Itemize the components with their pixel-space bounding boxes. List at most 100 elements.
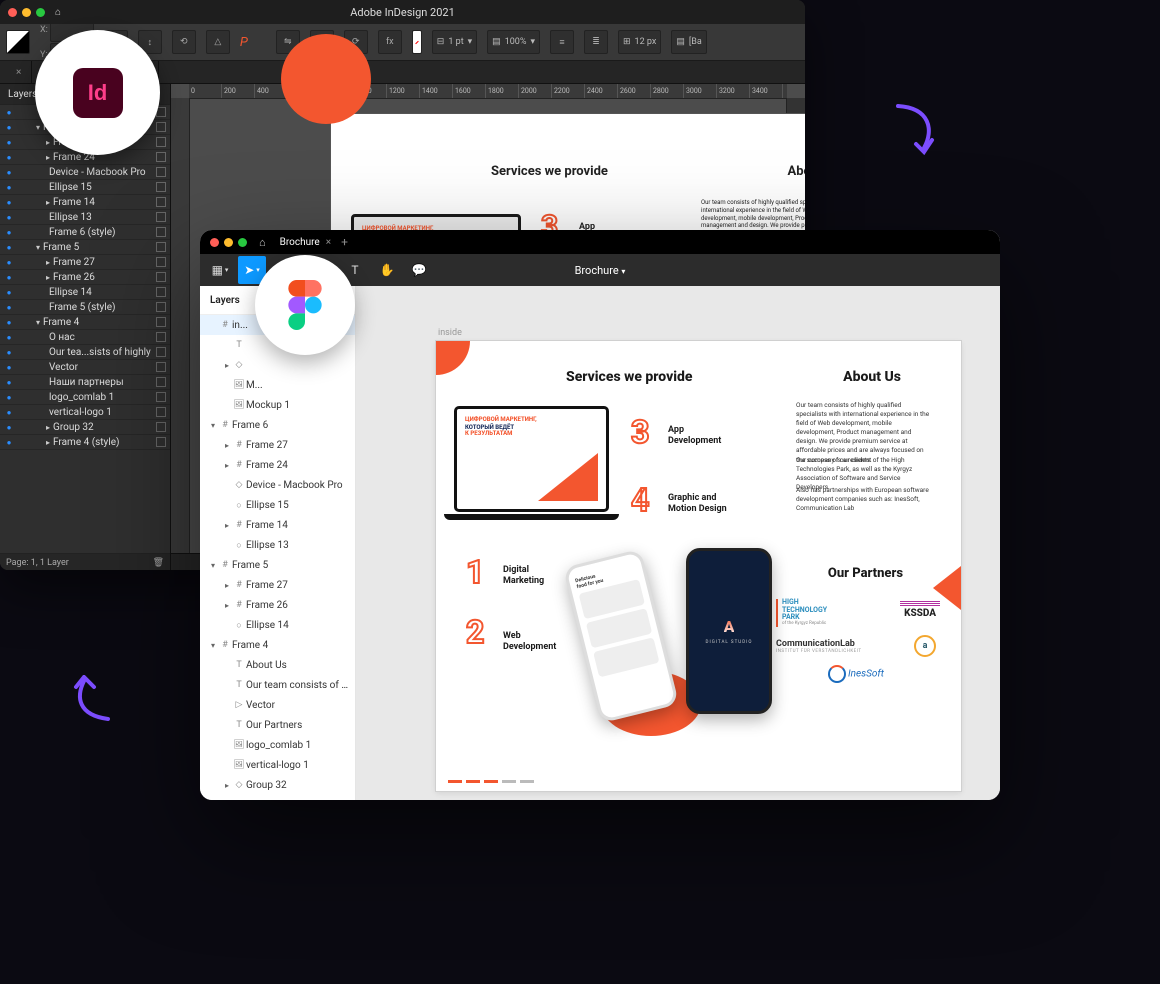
visibility-icon[interactable]: ● bbox=[4, 273, 14, 282]
layer-row[interactable]: TOur Partners bbox=[200, 715, 355, 735]
document-tab[interactable] bbox=[0, 61, 32, 83]
select-box[interactable] bbox=[156, 152, 166, 162]
select-box[interactable] bbox=[156, 122, 166, 132]
visibility-icon[interactable]: ● bbox=[4, 108, 14, 117]
visibility-icon[interactable]: ● bbox=[4, 153, 14, 162]
layer-row[interactable]: ◇Device - Macbook Pro bbox=[200, 475, 355, 495]
select-box[interactable] bbox=[156, 362, 166, 372]
layer-row[interactable]: 🖼vertical-logo 1 bbox=[200, 755, 355, 775]
select-box[interactable] bbox=[156, 167, 166, 177]
twisty-icon[interactable]: ▾ bbox=[36, 123, 40, 132]
select-box[interactable] bbox=[156, 437, 166, 447]
visibility-icon[interactable]: ● bbox=[4, 393, 14, 402]
select-box[interactable] bbox=[156, 272, 166, 282]
twisty-icon[interactable]: ▾ bbox=[208, 561, 218, 570]
layer-row[interactable]: 🖼logo_comlab 1 bbox=[200, 735, 355, 755]
layer-row[interactable]: ●Our tea...sists of highly bbox=[0, 345, 170, 360]
twisty-icon[interactable]: ▸ bbox=[222, 361, 232, 370]
twisty-icon[interactable]: ▸ bbox=[222, 581, 232, 590]
select-box[interactable] bbox=[156, 377, 166, 387]
layer-row[interactable]: ○Ellipse 13 bbox=[200, 535, 355, 555]
layer-row[interactable]: ○Ellipse 14 bbox=[200, 615, 355, 635]
select-box[interactable] bbox=[156, 287, 166, 297]
window-controls[interactable] bbox=[210, 238, 247, 247]
twisty-icon[interactable]: ▾ bbox=[36, 243, 40, 252]
align-icon[interactable]: ≣ bbox=[584, 30, 608, 54]
layer-row[interactable]: ▸◇Group 32 bbox=[200, 775, 355, 795]
twisty-icon[interactable]: ▾ bbox=[208, 641, 218, 650]
layer-row[interactable]: ●Ellipse 13 bbox=[0, 210, 170, 225]
layer-row[interactable]: ●О нас bbox=[0, 330, 170, 345]
layer-row[interactable]: ▸◇ bbox=[200, 355, 355, 375]
leading-field[interactable]: ⊞12 px bbox=[618, 30, 661, 54]
tool-icon[interactable]: ⟲ bbox=[172, 30, 196, 54]
visibility-icon[interactable]: ● bbox=[4, 438, 14, 447]
style-dropdown[interactable]: ▤[Ba bbox=[671, 30, 706, 54]
maximize-icon[interactable] bbox=[238, 238, 247, 247]
figma-canvas[interactable]: inside Services we provide About Us Our … bbox=[356, 286, 1000, 800]
home-icon[interactable]: ⌂ bbox=[259, 236, 266, 249]
delete-icon[interactable]: 🗑 bbox=[153, 558, 164, 568]
visibility-icon[interactable]: ● bbox=[4, 123, 14, 132]
layer-row[interactable]: TOur team consists of high... bbox=[200, 675, 355, 695]
select-box[interactable] bbox=[156, 332, 166, 342]
select-box[interactable] bbox=[156, 392, 166, 402]
visibility-icon[interactable]: ● bbox=[4, 183, 14, 192]
layer-row[interactable]: 🖼Mockup 1 bbox=[200, 395, 355, 415]
visibility-icon[interactable]: ● bbox=[4, 363, 14, 372]
frame-label[interactable]: inside bbox=[438, 328, 462, 338]
ruler-horizontal[interactable]: 0200400600800100012001400160018002000220… bbox=[189, 84, 787, 99]
stroke-weight-field[interactable]: ⊟1 pt▾ bbox=[432, 30, 477, 54]
visibility-icon[interactable]: ● bbox=[4, 198, 14, 207]
layer-row[interactable]: ●Vector bbox=[0, 360, 170, 375]
select-box[interactable] bbox=[156, 257, 166, 267]
close-tab-icon[interactable]: × bbox=[326, 237, 331, 248]
layer-row[interactable]: TAbout Us bbox=[200, 655, 355, 675]
twisty-icon[interactable]: ▾ bbox=[36, 318, 40, 327]
twisty-icon[interactable]: ▸ bbox=[46, 258, 50, 267]
select-box[interactable] bbox=[156, 212, 166, 222]
visibility-icon[interactable]: ● bbox=[4, 303, 14, 312]
visibility-icon[interactable]: ● bbox=[4, 408, 14, 417]
layer-row[interactable]: ▸#Frame 26 bbox=[200, 595, 355, 615]
layer-row[interactable]: ▸#Frame 14 bbox=[200, 515, 355, 535]
layer-row[interactable]: ●Frame 6 (style) bbox=[0, 225, 170, 240]
twisty-icon[interactable]: ▸ bbox=[46, 153, 50, 162]
layer-row[interactable]: ▸#Frame 27 bbox=[200, 435, 355, 455]
layer-row[interactable]: ▾#Frame 4 bbox=[200, 635, 355, 655]
layer-row[interactable]: ●Наши партнеры bbox=[0, 375, 170, 390]
layer-row[interactable]: ○Ellipse 15 bbox=[200, 495, 355, 515]
fill-stroke-swatch[interactable] bbox=[6, 30, 30, 54]
effects-icon[interactable]: fx bbox=[378, 30, 402, 54]
twisty-icon[interactable]: ▸ bbox=[222, 601, 232, 610]
visibility-icon[interactable]: ● bbox=[4, 258, 14, 267]
layer-row[interactable]: ●▾Frame 5 bbox=[0, 240, 170, 255]
twisty-icon[interactable]: ▸ bbox=[46, 198, 50, 207]
none-swatch-icon[interactable] bbox=[412, 30, 422, 54]
twisty-icon[interactable]: ▸ bbox=[222, 781, 232, 790]
layer-row[interactable]: ●Device - Macbook Pro bbox=[0, 165, 170, 180]
ruler-vertical[interactable] bbox=[171, 98, 190, 554]
visibility-icon[interactable]: ● bbox=[4, 228, 14, 237]
file-tab[interactable]: Brochure× bbox=[280, 237, 331, 248]
visibility-icon[interactable]: ● bbox=[4, 348, 14, 357]
paragraph-icon[interactable]: P bbox=[240, 35, 248, 50]
layer-row[interactable]: 🖼M... bbox=[200, 375, 355, 395]
twisty-icon[interactable]: ▸ bbox=[222, 441, 232, 450]
layer-row[interactable]: ●▸Frame 14 bbox=[0, 195, 170, 210]
layer-row[interactable]: ●▸Frame 27 bbox=[0, 255, 170, 270]
layer-row[interactable]: ●▸Group 32 bbox=[0, 420, 170, 435]
visibility-icon[interactable]: ● bbox=[4, 378, 14, 387]
visibility-icon[interactable]: ● bbox=[4, 423, 14, 432]
layer-row[interactable]: ▸#Frame 27 bbox=[200, 575, 355, 595]
select-box[interactable] bbox=[156, 197, 166, 207]
align-icon[interactable]: ≡ bbox=[550, 30, 574, 54]
select-box[interactable] bbox=[156, 137, 166, 147]
select-box[interactable] bbox=[156, 242, 166, 252]
layer-row[interactable]: ●Frame 5 (style) bbox=[0, 300, 170, 315]
menu-icon[interactable]: ▦▾ bbox=[206, 256, 234, 284]
twisty-icon[interactable]: ▸ bbox=[46, 273, 50, 282]
twisty-icon[interactable]: ▸ bbox=[46, 423, 50, 432]
layer-row[interactable]: ●logo_comlab 1 bbox=[0, 390, 170, 405]
layer-row[interactable]: ●▸Frame 4 (style) bbox=[0, 435, 170, 450]
